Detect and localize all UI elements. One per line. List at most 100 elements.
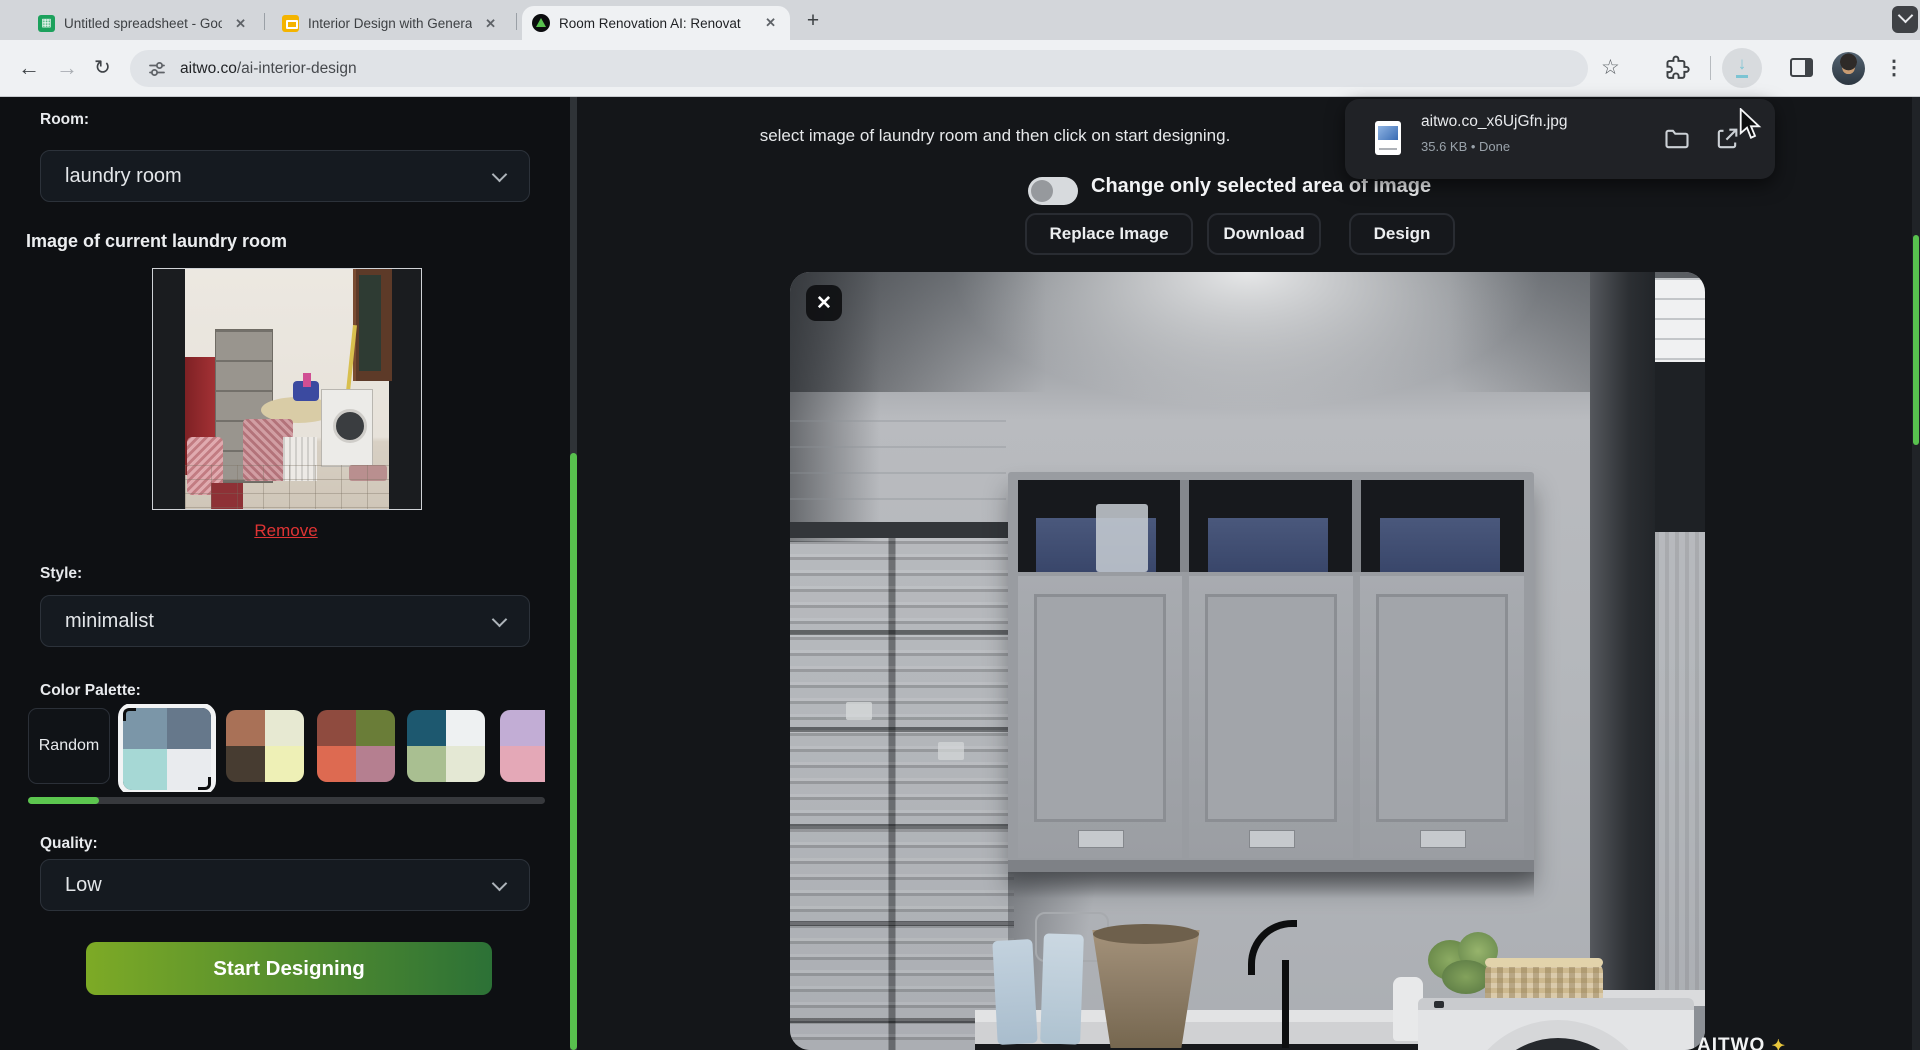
bin-label (846, 702, 872, 720)
room-select[interactable]: laundry room (40, 150, 530, 202)
tab-divider (264, 13, 265, 30)
menu-kebab-icon[interactable]: ⋮ (1884, 54, 1904, 82)
palette-color (317, 746, 356, 782)
counter-towel (992, 939, 1037, 1045)
style-select-value: minimalist (65, 610, 154, 633)
close-tab-icon[interactable]: ✕ (761, 13, 780, 33)
reload-button[interactable]: ↻ (94, 54, 111, 82)
washer-control-panel (1418, 998, 1694, 1010)
palette-random-button[interactable]: Random (28, 708, 110, 784)
address-bar[interactable]: aitwo.co/ai-interior-design (130, 50, 1588, 87)
remove-image-link[interactable]: Remove (152, 521, 420, 541)
storage-bin-stack (790, 538, 1014, 1050)
sidebar-scrollbar-thumb[interactable] (570, 453, 577, 1050)
palette-scrollbar[interactable] (28, 797, 545, 804)
washing-machine (1418, 998, 1694, 1050)
new-tab-button[interactable]: + (800, 8, 826, 34)
profile-avatar[interactable] (1832, 52, 1865, 85)
google-sheets-icon: ▦ (38, 15, 55, 32)
back-button[interactable]: ← (18, 54, 40, 82)
folded-towels-top-right (1655, 278, 1705, 362)
close-image-button[interactable]: ✕ (806, 285, 842, 321)
plant-foliage (1442, 960, 1490, 994)
page-scrollbar-thumb[interactable] (1913, 235, 1919, 445)
tab-untitled-spreadsheet[interactable]: ▦ Untitled spreadsheet - Goog ✕ (28, 7, 260, 40)
palette-color (356, 746, 395, 782)
palette-option-4[interactable] (407, 710, 485, 782)
palette-strip: Random (28, 704, 545, 792)
close-tab-icon[interactable]: ✕ (481, 14, 500, 34)
downloads-button[interactable]: ↓ (1722, 48, 1762, 88)
download-button[interactable]: Download (1207, 213, 1321, 255)
hanging-blue-towel (1655, 532, 1705, 992)
palette-color (226, 710, 265, 746)
url-text: aitwo.co/ai-interior-design (180, 60, 357, 78)
style-label: Style: (40, 565, 82, 583)
current-room-thumbnail[interactable] (152, 268, 422, 510)
palette-option-2[interactable] (226, 710, 304, 782)
start-designing-button[interactable]: Start Designing (86, 942, 492, 995)
star-icon: ✦ (1772, 1038, 1786, 1050)
style-select[interactable]: minimalist (40, 595, 530, 647)
chevron-down-icon (1898, 8, 1914, 24)
tab-strip: ▦ Untitled spreadsheet - Goog ✕ Interior… (0, 0, 1920, 40)
palette-color (123, 708, 167, 749)
palette-color (226, 746, 265, 782)
door-handle (1249, 830, 1295, 848)
download-popup[interactable]: aitwo.co_x6UjGfn.jpg 35.6 KB • Done (1345, 99, 1775, 179)
download-filename[interactable]: aitwo.co_x6UjGfn.jpg (1421, 113, 1567, 131)
design-label: Design (1374, 224, 1431, 244)
counter-towel (1040, 933, 1084, 1044)
shelf-divider (1180, 480, 1189, 572)
file-icon-line (1379, 148, 1397, 150)
bookmark-star-icon[interactable]: ☆ (1601, 54, 1620, 82)
tab-title: Room Renovation AI: Renovat (559, 16, 752, 31)
close-tab-icon[interactable]: ✕ (231, 14, 250, 34)
toggle-knob (1031, 180, 1053, 202)
cabinet-bottom-rail (1008, 860, 1534, 872)
selected-area-toggle[interactable] (1028, 177, 1078, 205)
start-designing-label: Start Designing (213, 957, 365, 981)
quality-label: Quality: (40, 835, 98, 853)
tab-divider (516, 13, 517, 30)
palette-color (407, 710, 446, 746)
download-label: Download (1223, 224, 1304, 244)
ceiling-vignette (790, 272, 1705, 392)
palette-scrollbar-thumb[interactable] (28, 797, 99, 804)
site-settings-icon[interactable] (148, 60, 166, 78)
navy-storage-box (1208, 518, 1328, 572)
replace-image-button[interactable]: Replace Image (1025, 213, 1193, 255)
thumb-pink-bottle (303, 373, 311, 387)
tab-interior-design-doc[interactable]: Interior Design with Generativ ✕ (272, 7, 510, 40)
side-panel-icon[interactable] (1790, 58, 1813, 77)
door-panel (1376, 594, 1508, 822)
show-in-folder-icon[interactable] (1663, 125, 1691, 153)
palette-color (446, 710, 485, 746)
forward-button[interactable]: → (56, 54, 78, 82)
wall-cabinets (1008, 472, 1534, 872)
palette-option-3[interactable] (317, 710, 395, 782)
design-button[interactable]: Design (1349, 213, 1455, 255)
extensions-icon[interactable] (1664, 55, 1690, 81)
toolbar-separator (1710, 56, 1711, 80)
palette-option-5[interactable] (500, 710, 545, 782)
quality-select[interactable]: Low (40, 859, 530, 911)
shelf-divider (1352, 480, 1361, 572)
folded-towels-left (790, 420, 1006, 522)
palette-color (446, 746, 485, 782)
chevron-down-icon (492, 875, 508, 891)
palette-color (123, 749, 167, 790)
window-chevron-button[interactable] (1892, 6, 1918, 33)
door-panel (1205, 594, 1337, 822)
palette-color (265, 710, 304, 746)
vessel-sink-rim (1093, 924, 1199, 944)
palette-option-1-selected[interactable] (118, 704, 216, 792)
door-handle (1078, 830, 1124, 848)
door-handle (1420, 830, 1466, 848)
tab-room-renovation-active[interactable]: Room Renovation AI: Renovat ✕ (522, 6, 790, 40)
washer-knob (1434, 1001, 1444, 1008)
palette-color (167, 749, 211, 790)
palette-color (317, 710, 356, 746)
palette-color (500, 710, 539, 746)
chevron-down-icon (492, 166, 508, 182)
